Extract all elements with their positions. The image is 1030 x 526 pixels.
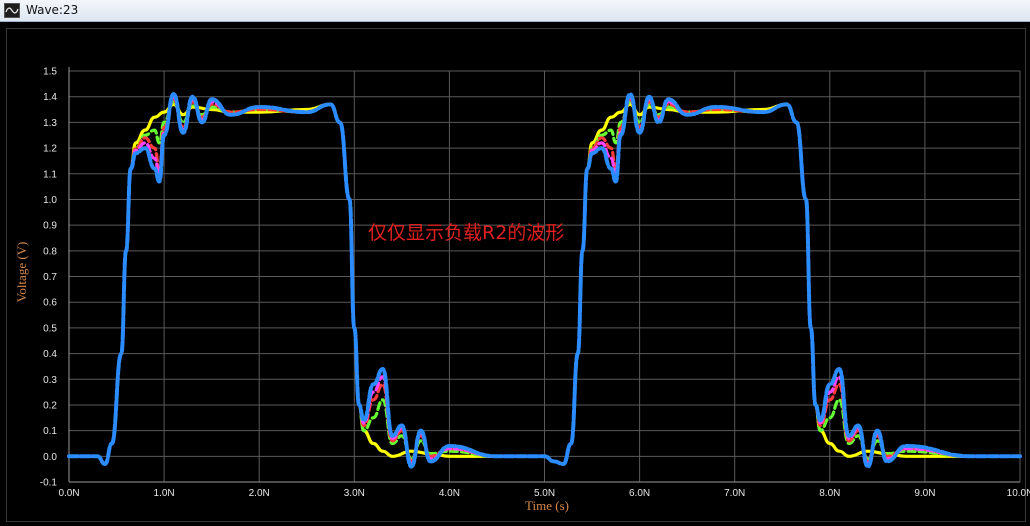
y-tick-label: -0.1 (40, 478, 58, 489)
x-tick-label: 3.0N (344, 488, 365, 499)
y-tick-label: 1.1 (43, 169, 57, 180)
x-tick-label: 2.0N (249, 488, 270, 499)
wave-icon (4, 3, 20, 18)
x-tick-label: 1.0N (154, 488, 175, 499)
x-tick-label: 8.0N (819, 488, 840, 499)
y-tick-label: 0.1 (43, 426, 57, 437)
x-tick-label: 0.0N (58, 488, 79, 499)
waveform-chart: 0.0N 1.0N 2.0N 3.0N 4.0N 5.0N 6.0N 7.0N 8.0N 9.0N… (14, 67, 1030, 514)
y-tick-label: 0.3 (43, 375, 57, 386)
y-axis-label: Voltage (V) (14, 242, 29, 303)
y-tick-label: 1.5 (43, 67, 57, 78)
y-tick-label: 1.0 (43, 195, 57, 206)
y-tick-label: 0.6 (43, 298, 57, 309)
x-axis-label: Time (s) (525, 498, 569, 513)
x-tick-label: 9.0N (914, 488, 935, 499)
annotation-text: 仅仅显示负载R2的波形 (368, 222, 564, 244)
y-tick-label: 0.8 (43, 246, 57, 257)
x-tick-label: 6.0N (629, 488, 650, 499)
y-tick-label: 0.5 (43, 323, 57, 334)
window-title: Wave:23 (26, 3, 79, 17)
x-tick-label: 10.0N (1007, 488, 1030, 499)
plot-frame: 0.0N 1.0N 2.0N 3.0N 4.0N 5.0N 6.0N 7.0N 8.0N 9.0N… (0, 22, 1030, 526)
y-tick-label: 0.2 (43, 400, 57, 411)
window-titlebar: Wave:23 (0, 0, 1030, 22)
y-tick-label: 0.7 (43, 272, 57, 283)
y-tick-label: 1.2 (43, 144, 57, 155)
y-tick-label: 0.4 (43, 349, 57, 360)
y-tick-label: 0.0 (43, 452, 57, 463)
x-tick-label: 7.0N (724, 488, 745, 499)
axis-layer: Time (s) Voltage (V) 仅仅显示负载R2的波形 (14, 222, 569, 513)
grid-layer (68, 67, 1021, 483)
y-tick-label: 0.9 (43, 221, 57, 232)
y-tick-label: 1.4 (43, 92, 57, 103)
y-tick-label: 1.3 (43, 118, 57, 129)
x-tick-label: 4.0N (439, 488, 460, 499)
